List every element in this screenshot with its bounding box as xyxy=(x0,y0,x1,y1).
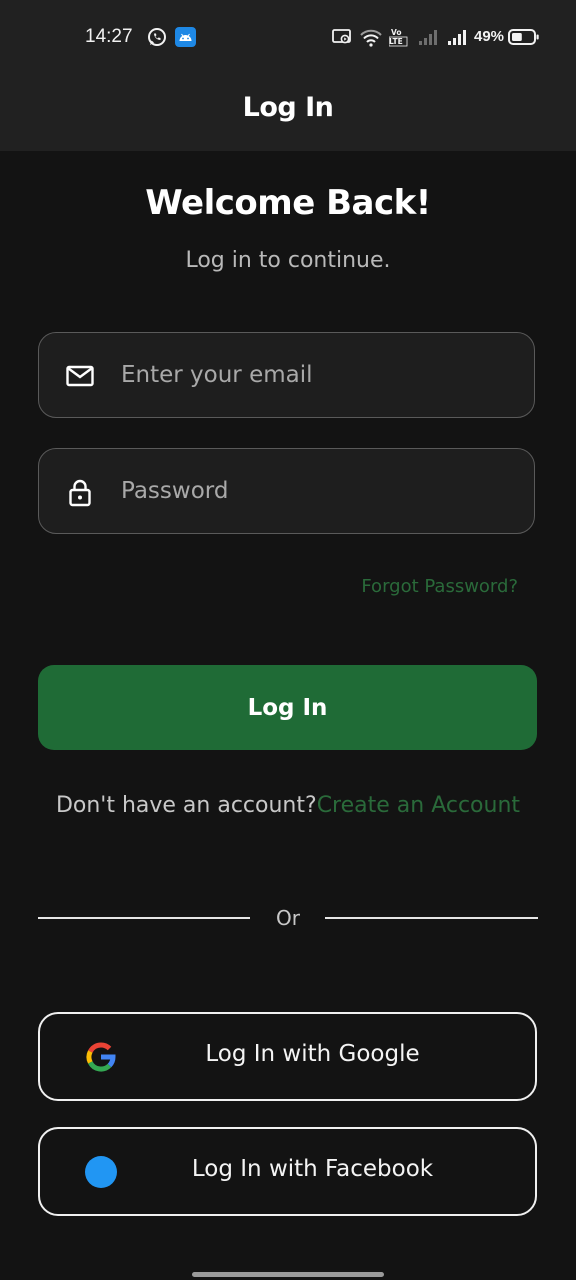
login-button[interactable]: Log In xyxy=(38,665,537,750)
status-time: 14:27 xyxy=(85,26,133,47)
wifi-icon xyxy=(360,29,382,47)
status-bar: 14:27 Vo LTE 49% xyxy=(0,0,576,74)
app-bar: Log In xyxy=(0,74,576,151)
signal-icon xyxy=(448,30,466,45)
password-field[interactable] xyxy=(38,448,535,534)
divider-line-right xyxy=(325,917,538,919)
google-login-label: Log In with Google xyxy=(205,1041,420,1067)
mail-icon xyxy=(66,365,94,387)
volte-icon: Vo LTE xyxy=(389,28,408,47)
android-app-icon xyxy=(175,27,196,47)
svg-text:LTE: LTE xyxy=(389,37,403,46)
home-indicator[interactable] xyxy=(192,1272,384,1277)
facebook-login-label: Log In with Facebook xyxy=(191,1156,434,1182)
email-field[interactable] xyxy=(38,332,535,418)
forgot-password-link[interactable]: Forgot Password? xyxy=(361,576,518,597)
signal-icon xyxy=(419,30,437,45)
cast-screen-icon xyxy=(332,29,351,44)
welcome-subtitle: Log in to continue. xyxy=(185,248,391,273)
battery-icon xyxy=(508,29,539,45)
login-screen: 14:27 Vo LTE 49% Log In Welcome Back! Lo… xyxy=(0,0,576,1280)
svg-text:Vo: Vo xyxy=(391,28,402,37)
password-input[interactable] xyxy=(121,449,511,533)
facebook-login-button[interactable]: Log In with Facebook xyxy=(38,1127,537,1216)
signup-row: Don't have an account?Create an Account xyxy=(0,793,576,818)
lock-icon xyxy=(69,479,91,507)
google-login-button[interactable]: Log In with Google xyxy=(38,1012,537,1101)
create-account-link[interactable]: Create an Account xyxy=(317,793,520,818)
battery-percent: 49% xyxy=(474,28,505,45)
welcome-title: Welcome Back! xyxy=(145,183,431,223)
whatsapp-icon xyxy=(148,28,166,46)
signup-prompt: Don't have an account? xyxy=(55,793,317,818)
email-input[interactable] xyxy=(121,333,511,417)
app-bar-title: Log In xyxy=(242,92,334,123)
